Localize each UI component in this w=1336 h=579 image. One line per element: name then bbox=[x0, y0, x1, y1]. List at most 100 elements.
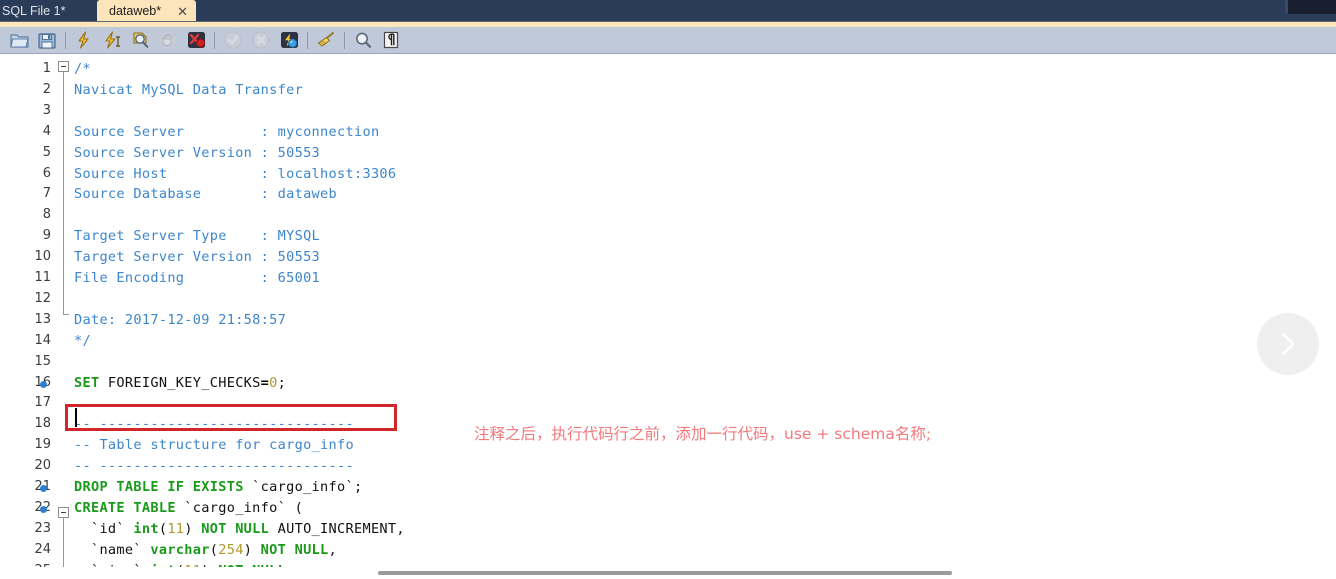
code-token: ) bbox=[243, 542, 261, 558]
breakpoint-marker[interactable] bbox=[40, 381, 47, 388]
line-number: 7 bbox=[42, 186, 51, 201]
code-line[interactable]: -- Table structure for cargo_info bbox=[74, 437, 354, 453]
code-token: Date: 2017-12-09 21:58:57 bbox=[74, 312, 287, 328]
code-line[interactable]: Navicat MySQL Data Transfer bbox=[74, 82, 303, 98]
separator-1 bbox=[61, 28, 70, 52]
code-token: `id` bbox=[74, 521, 134, 537]
chevron-right-icon bbox=[1281, 332, 1295, 356]
fold-toggle-create-table[interactable] bbox=[58, 507, 69, 518]
line-number: 16 bbox=[0, 375, 57, 390]
rollback-cancel-icon bbox=[247, 28, 275, 52]
stop-red-icon[interactable] bbox=[182, 28, 210, 52]
code-line[interactable]: -- ------------------------------ bbox=[74, 416, 354, 432]
line-number: 20 bbox=[34, 458, 51, 473]
open-file-icon[interactable] bbox=[5, 28, 33, 52]
fold-toggle-comment-block[interactable] bbox=[58, 61, 69, 72]
editor-toolbar bbox=[0, 27, 1336, 54]
code-token: File Encoding : 65001 bbox=[74, 270, 321, 286]
breakpoint-marker[interactable] bbox=[40, 485, 47, 492]
tab-sql-file-1-label: SQL File 1* bbox=[2, 4, 66, 18]
code-token: NOT NULL bbox=[201, 521, 270, 537]
tab-bar: SQL File 1* dataweb* ✕ bbox=[0, 0, 1336, 22]
horizontal-scrollbar[interactable] bbox=[0, 567, 1336, 579]
separator-3 bbox=[303, 28, 312, 52]
code-token: Source Server : myconnection bbox=[74, 124, 380, 140]
run-selected-icon[interactable] bbox=[98, 28, 126, 52]
code-line[interactable]: -- ------------------------------ bbox=[74, 458, 354, 474]
annotation-note: 注释之后，执行代码行之前，添加一行代码，use + schema名称; bbox=[474, 425, 932, 443]
run-query-icon[interactable] bbox=[70, 28, 98, 52]
code-token: */ bbox=[74, 333, 91, 349]
line-number: 19 bbox=[34, 437, 51, 452]
breakpoint-marker[interactable] bbox=[40, 506, 47, 513]
code-token: -- ------------------------------ bbox=[74, 416, 354, 432]
code-token: Target Server Version : 50553 bbox=[74, 249, 321, 265]
line-number: 3 bbox=[42, 103, 51, 118]
line-number: 8 bbox=[42, 207, 51, 222]
stop-hand-icon bbox=[154, 28, 182, 52]
line-number: 21 bbox=[0, 479, 57, 494]
code-token: `name` bbox=[74, 542, 151, 558]
code-token: AUTO_INCREMENT, bbox=[269, 521, 405, 537]
line-number: 15 bbox=[34, 354, 51, 369]
beautify-sql-icon[interactable] bbox=[275, 28, 303, 52]
clear-broom-icon[interactable] bbox=[312, 28, 340, 52]
code-line[interactable]: Source Host : localhost:3306 bbox=[74, 166, 396, 182]
code-token: -- Table structure for cargo_info bbox=[74, 437, 354, 453]
line-number: 1 bbox=[42, 61, 51, 76]
tabbar-right-dark-area bbox=[1288, 0, 1336, 14]
code-token: 0 bbox=[269, 375, 278, 391]
line-number: 2 bbox=[42, 82, 51, 97]
line-number: 14 bbox=[34, 333, 51, 348]
code-line[interactable]: Target Server Type : MYSQL bbox=[74, 228, 320, 244]
code-line[interactable]: `id` int(11) NOT NULL AUTO_INCREMENT, bbox=[74, 521, 405, 537]
code-line[interactable]: SET FOREIGN_KEY_CHECKS=0; bbox=[74, 375, 286, 391]
code-line[interactable]: CREATE TABLE `cargo_info` ( bbox=[74, 500, 303, 516]
code-token: Source Server Version : 50553 bbox=[74, 145, 321, 161]
code-token: Navicat MySQL Data Transfer bbox=[74, 82, 304, 98]
code-token: ( bbox=[209, 542, 219, 558]
code-line[interactable]: `name` varchar(254) NOT NULL, bbox=[74, 542, 337, 558]
line-number: 4 bbox=[42, 124, 51, 139]
code-line[interactable]: File Encoding : 65001 bbox=[74, 270, 320, 286]
code-line[interactable]: Target Server Version : 50553 bbox=[74, 249, 320, 265]
code-token: 254 bbox=[218, 542, 244, 558]
code-line[interactable]: Source Server Version : 50553 bbox=[74, 145, 320, 161]
code-line[interactable]: /* bbox=[74, 61, 91, 77]
code-line[interactable]: DROP TABLE IF EXISTS `cargo_info`; bbox=[74, 479, 362, 495]
tab-dataweb[interactable]: dataweb* ✕ bbox=[97, 0, 197, 22]
line-number: 10 bbox=[34, 249, 51, 264]
line-number: 18 bbox=[34, 416, 51, 431]
navicat-query-editor-window: SQL File 1* dataweb* ✕ 1 /* 2 Navicat My… bbox=[0, 0, 1336, 579]
carousel-next-button[interactable] bbox=[1257, 313, 1319, 375]
save-file-icon[interactable] bbox=[33, 28, 61, 52]
code-token: ) bbox=[184, 521, 202, 537]
code-token: ; bbox=[277, 375, 287, 391]
line-number: 11 bbox=[34, 270, 51, 285]
find-search-icon[interactable] bbox=[349, 28, 377, 52]
line-number: 9 bbox=[42, 228, 51, 243]
code-token: NOT NULL bbox=[260, 542, 329, 558]
show-whitespace-icon[interactable] bbox=[377, 28, 405, 52]
separator-4 bbox=[340, 28, 349, 52]
sql-code-editor[interactable]: 1 /* 2 Navicat MySQL Data Transfer 3 4 Source … bbox=[0, 55, 1336, 579]
code-line[interactable]: Date: 2017-12-09 21:58:57 bbox=[74, 312, 286, 328]
tab-dataweb-label: dataweb* bbox=[109, 4, 162, 18]
explain-plan-icon[interactable] bbox=[126, 28, 154, 52]
line-number: 13 bbox=[34, 312, 51, 327]
code-token: varchar bbox=[150, 542, 210, 558]
horizontal-scrollbar-thumb[interactable] bbox=[378, 571, 952, 575]
fold-guide-comment-block bbox=[63, 72, 64, 314]
line-number: 17 bbox=[34, 395, 51, 410]
code-line[interactable]: Source Server : myconnection bbox=[74, 124, 379, 140]
tab-sql-file-1[interactable]: SQL File 1* bbox=[0, 0, 78, 22]
close-icon[interactable]: ✕ bbox=[177, 5, 188, 18]
code-token: int bbox=[133, 521, 159, 537]
line-number: 5 bbox=[42, 145, 51, 160]
code-token: Target Server Type : MYSQL bbox=[74, 228, 321, 244]
code-line[interactable]: */ bbox=[74, 333, 91, 349]
line-number: 24 bbox=[34, 542, 51, 557]
fold-guide-end-comment-block bbox=[63, 314, 69, 315]
code-line[interactable]: Source Database : dataweb bbox=[74, 186, 337, 202]
code-token: /* bbox=[74, 61, 91, 77]
